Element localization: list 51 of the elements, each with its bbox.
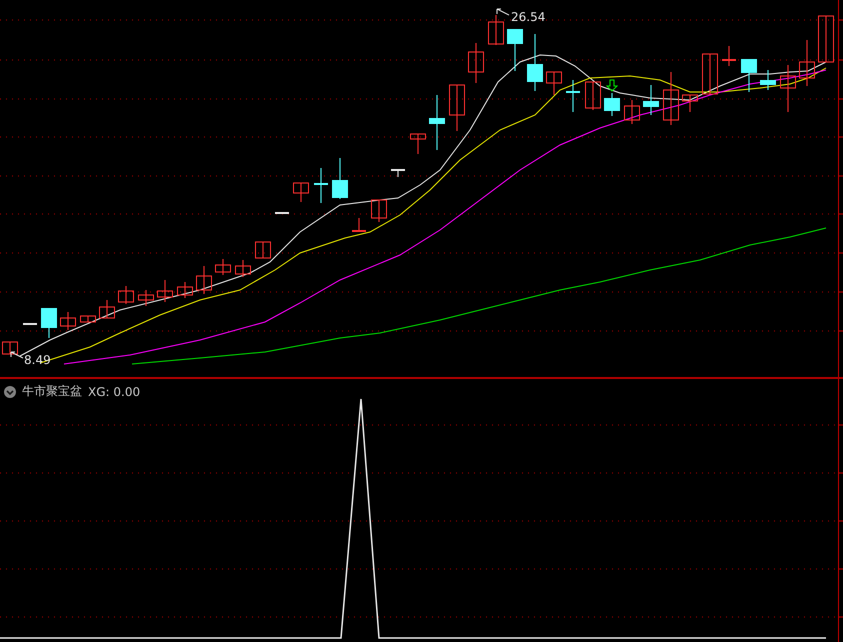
candlestick (215, 258, 231, 276)
candlestick (604, 92, 620, 116)
candlestick (196, 266, 212, 294)
candlestick (643, 84, 659, 116)
high-price-label: 26.54 (511, 10, 546, 24)
dropdown-icon[interactable] (4, 386, 16, 398)
candlestick (488, 14, 504, 46)
candlestick (760, 70, 776, 90)
candlestick (429, 94, 445, 150)
low-price-label: 8.49 (24, 353, 51, 367)
pointer-icon (496, 8, 510, 16)
candlestick (624, 100, 640, 124)
candlestick (780, 64, 796, 112)
candlestick (314, 168, 328, 204)
candlestick (118, 286, 134, 304)
candlestick (722, 46, 736, 66)
candlestick (391, 169, 405, 178)
candlestick (682, 94, 698, 112)
candlestick (799, 40, 815, 86)
candlestick (410, 134, 426, 154)
candlestick (2, 342, 18, 354)
candlestick (702, 54, 718, 94)
candlestick (332, 158, 348, 200)
indicator-reading: XG: 0.00 (88, 384, 140, 398)
candlestick (449, 84, 465, 132)
candlestick (80, 316, 96, 322)
candlestick (235, 260, 251, 278)
candlestick (585, 82, 601, 110)
candlestick (468, 42, 484, 84)
candlestick (157, 280, 173, 302)
arrow-icon (606, 80, 618, 92)
candlestick (818, 16, 834, 62)
candlestick (566, 80, 580, 112)
candlestick (741, 58, 757, 92)
candlestick (371, 200, 387, 222)
candlestick (527, 34, 543, 92)
candlestick (275, 212, 289, 214)
candlestick (352, 218, 366, 232)
candlestick (60, 312, 76, 330)
candlestick (255, 242, 271, 258)
candlestick (99, 300, 115, 318)
candlestick (507, 28, 523, 72)
candlestick (293, 182, 309, 202)
candlestick (663, 72, 679, 126)
candlestick (546, 72, 562, 96)
candlestick (138, 290, 154, 306)
candlestick (41, 308, 57, 338)
candlestick (177, 282, 193, 298)
candlestick (23, 323, 37, 325)
indicator-name: 牛市聚宝盆 (22, 383, 82, 400)
pointer-icon (10, 352, 24, 358)
